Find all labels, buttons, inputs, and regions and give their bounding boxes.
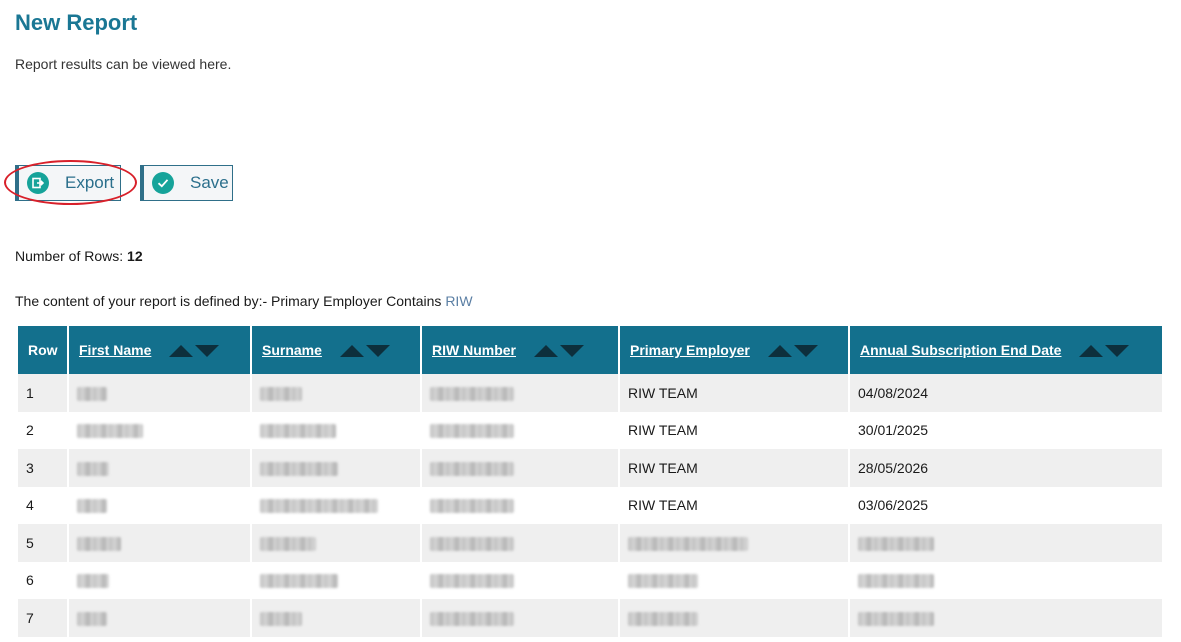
- sort-arrows-icon[interactable]: [169, 345, 220, 358]
- cell-surname-redacted: [252, 374, 420, 412]
- row-count-label: Number of Rows:: [15, 248, 124, 264]
- export-button[interactable]: Export: [15, 165, 121, 201]
- header-surname[interactable]: Surname: [252, 326, 420, 374]
- cell-row: 5: [18, 524, 67, 562]
- header-primary-employer[interactable]: Primary Employer: [620, 326, 848, 374]
- cell-end-date: 28/05/2026: [850, 449, 1162, 487]
- header-riw-number[interactable]: RIW Number: [422, 326, 618, 374]
- table-header-row: Row First Name Surname RIW Number Primar…: [18, 326, 1162, 374]
- save-button-label: Save: [190, 173, 229, 192]
- export-icon: [27, 172, 49, 194]
- cell-riw-number-redacted: [422, 449, 618, 487]
- sort-arrows-icon[interactable]: [533, 345, 584, 358]
- row-count: Number of Rows: 12: [15, 248, 143, 264]
- cell-first-name-redacted: [69, 449, 250, 487]
- cell-surname-redacted: [252, 599, 420, 637]
- cell-riw-number-redacted: [422, 561, 618, 599]
- cell-first-name-redacted: [69, 524, 250, 562]
- cell-surname-redacted: [252, 561, 420, 599]
- cell-surname-redacted: [252, 449, 420, 487]
- sort-arrows-icon[interactable]: [1079, 345, 1130, 358]
- cell-first-name-redacted: [69, 486, 250, 524]
- cell-riw-number-redacted: [422, 374, 618, 412]
- export-button-label: Export: [65, 173, 115, 192]
- cell-first-name-redacted: [69, 561, 250, 599]
- cell-end-date: 04/08/2024: [850, 374, 1162, 412]
- page-title: New Report: [15, 10, 138, 35]
- row-count-value: 12: [127, 248, 143, 264]
- cell-row: 1: [18, 374, 67, 412]
- table-row: 2 RIW TEAM 30/01/2025: [18, 411, 1162, 449]
- report-definition: The content of your report is defined by…: [15, 293, 473, 309]
- cell-employer-redacted: [620, 524, 848, 562]
- report-table: Row First Name Surname RIW Number Primar…: [16, 326, 1164, 637]
- header-row: Row: [18, 326, 67, 374]
- page-subtitle: Report results can be viewed here.: [15, 56, 232, 72]
- cell-end-date: 03/06/2025: [850, 486, 1162, 524]
- cell-riw-number-redacted: [422, 599, 618, 637]
- table-row: 7: [18, 599, 1162, 637]
- cell-row: 3: [18, 449, 67, 487]
- cell-row: 6: [18, 561, 67, 599]
- cell-end-date-redacted: [850, 524, 1162, 562]
- header-subscription-end-date[interactable]: Annual Subscription End Date: [850, 326, 1162, 374]
- cell-surname-redacted: [252, 524, 420, 562]
- table-row: 5: [18, 524, 1162, 562]
- cell-surname-redacted: [252, 486, 420, 524]
- table-row: 3 RIW TEAM 28/05/2026: [18, 449, 1162, 487]
- cell-end-date: 30/01/2025: [850, 411, 1162, 449]
- check-circle-icon: [152, 172, 174, 194]
- cell-row: 7: [18, 599, 67, 637]
- cell-riw-number-redacted: [422, 524, 618, 562]
- cell-employer-redacted: [620, 599, 848, 637]
- table-row: 1 RIW TEAM 04/08/2024: [18, 374, 1162, 412]
- cell-employer: RIW TEAM: [620, 486, 848, 524]
- cell-riw-number-redacted: [422, 411, 618, 449]
- sort-arrows-icon[interactable]: [767, 345, 818, 358]
- cell-first-name-redacted: [69, 374, 250, 412]
- cell-end-date-redacted: [850, 561, 1162, 599]
- cell-riw-number-redacted: [422, 486, 618, 524]
- cell-surname-redacted: [252, 411, 420, 449]
- cell-employer: RIW TEAM: [620, 411, 848, 449]
- cell-employer-redacted: [620, 561, 848, 599]
- cell-end-date-redacted: [850, 599, 1162, 637]
- sort-arrows-icon[interactable]: [339, 345, 390, 358]
- cell-first-name-redacted: [69, 599, 250, 637]
- definition-value: RIW: [445, 293, 473, 309]
- table-row: 6: [18, 561, 1162, 599]
- cell-employer: RIW TEAM: [620, 449, 848, 487]
- cell-first-name-redacted: [69, 411, 250, 449]
- header-first-name[interactable]: First Name: [69, 326, 250, 374]
- save-button[interactable]: Save: [140, 165, 233, 201]
- cell-row: 2: [18, 411, 67, 449]
- table-row: 4 RIW TEAM 03/06/2025: [18, 486, 1162, 524]
- cell-employer: RIW TEAM: [620, 374, 848, 412]
- cell-row: 4: [18, 486, 67, 524]
- definition-text: The content of your report is defined by…: [15, 293, 442, 309]
